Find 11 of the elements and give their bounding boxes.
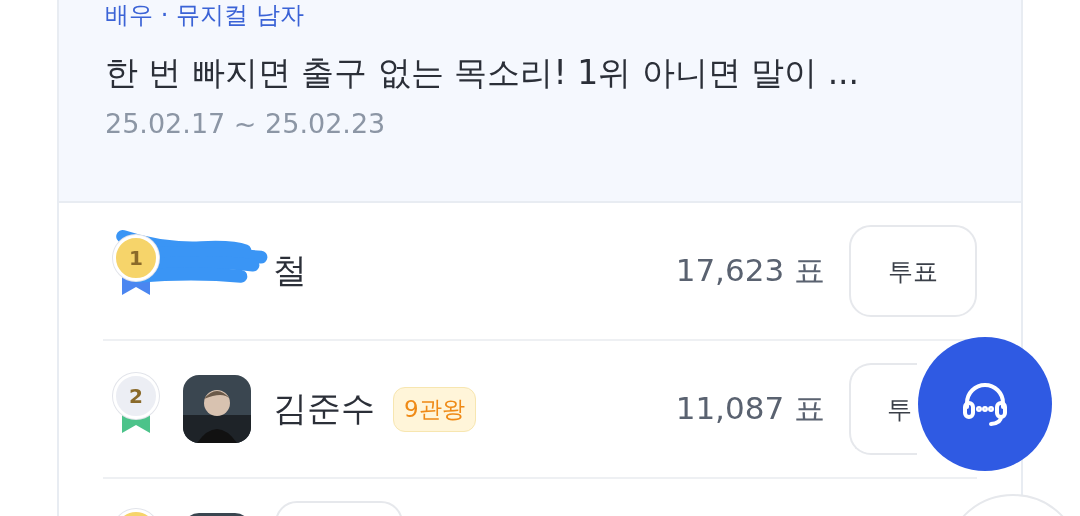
category-label: 배우 · 뮤지컬 남자 <box>105 0 305 31</box>
candidate-name: 철 <box>273 249 307 292</box>
vote-count: 17,623 표 <box>675 251 825 290</box>
award-tag: 9관왕 <box>393 386 476 432</box>
vote-title: 한 번 빠지면 출구 없는 목소리! 1위 아니면 말이 ... <box>105 52 861 94</box>
vote-period: 25.02.17 ~ 25.02.23 <box>105 108 387 139</box>
candidate-name: 김준수 <box>273 387 375 430</box>
headset-icon <box>961 381 1009 427</box>
vote-count: 11,087 표 <box>675 389 825 428</box>
vote-button[interactable]: 투표 <box>849 225 977 317</box>
vote-button[interactable]: 투 <box>849 363 917 455</box>
